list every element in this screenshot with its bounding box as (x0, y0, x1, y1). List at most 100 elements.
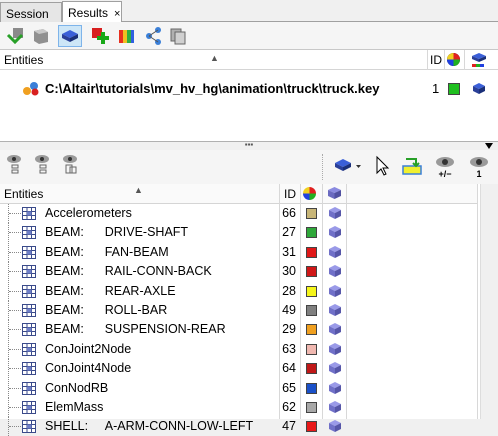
tree-connector (8, 301, 22, 320)
hide-all-icon (35, 155, 49, 174)
entity-color-swatch[interactable] (306, 246, 317, 258)
add-model-icon (92, 28, 109, 44)
entity-name: SHELL: A-ARM-CONN-LOW-LEFT (45, 419, 254, 434)
vertical-scrollbar[interactable] (480, 184, 498, 419)
isolate-button[interactable] (59, 154, 83, 176)
entity-id: 65 (282, 380, 296, 395)
entity-group-icon (22, 323, 36, 337)
entity-name: BEAM: FAN-BEAM (45, 244, 169, 259)
entity-id: 66 (282, 206, 296, 220)
entity-color-swatch[interactable] (306, 421, 317, 433)
file-color-swatch[interactable] (448, 83, 460, 95)
select-cursor-button[interactable] (370, 155, 394, 177)
entities-header-name[interactable]: Entities (4, 187, 43, 201)
entity-row[interactable]: Accelerometers 66 (0, 204, 478, 223)
toolbar-separator (322, 154, 323, 180)
files-header-id[interactable]: ID (430, 53, 442, 67)
entity-group-icon (22, 284, 36, 298)
entity-color-swatch[interactable] (306, 285, 317, 297)
layers-button[interactable] (166, 25, 190, 47)
entity-color-swatch[interactable] (306, 305, 317, 316)
entity-display-icon[interactable] (328, 264, 342, 278)
entity-name: ConNodRB (45, 380, 109, 395)
entities-pane: Entities ▲ ID Accelerometers 66 BEAM: DRIV… (0, 184, 498, 436)
tree-connector (8, 359, 22, 379)
entity-display-icon[interactable] (328, 342, 342, 356)
pane-splitter[interactable]: ▪▪▪ (0, 141, 498, 150)
entity-name: BEAM: RAIL-CONN-BACK (45, 264, 212, 279)
entity-id: 27 (282, 225, 296, 240)
entity-row[interactable]: ConJoint2Node 63 (0, 339, 478, 359)
entity-display-icon[interactable] (328, 361, 342, 375)
entity-display-icon[interactable] (328, 284, 342, 298)
open-file-button[interactable] (29, 25, 53, 47)
entity-group-icon (22, 226, 36, 240)
assembly-tree-icon (146, 27, 161, 45)
contour-icon (119, 30, 134, 43)
file-display-icon[interactable] (472, 82, 486, 96)
tab-results[interactable]: Results × (62, 1, 122, 23)
entity-display-icon[interactable] (328, 400, 342, 414)
isolate-one-button[interactable]: 1 (466, 152, 492, 182)
display-mode-dropdown[interactable] (330, 155, 364, 177)
show-all-button[interactable] (3, 154, 27, 176)
close-tab-icon[interactable]: × (114, 8, 120, 20)
entity-display-icon[interactable] (328, 381, 342, 395)
entity-row[interactable]: BEAM: RAIL-CONN-BACK 30 (0, 262, 478, 282)
entity-id: 29 (282, 322, 296, 337)
collapse-arrow-icon[interactable] (484, 142, 494, 150)
toggle-visibility-button[interactable]: +/− (432, 152, 458, 182)
entity-display-icon[interactable] (328, 419, 342, 433)
entity-color-swatch[interactable] (306, 343, 317, 355)
entity-group-icon (22, 401, 36, 414)
column-divider (427, 50, 428, 70)
tab-session[interactable]: Session (0, 2, 62, 22)
layers-icon (170, 28, 186, 45)
entity-name: BEAM: DRIVE-SHAFT (45, 225, 189, 240)
entity-row[interactable]: ElemMass 62 (0, 398, 478, 417)
highlight-button[interactable] (400, 155, 424, 177)
result-file-icon (23, 82, 39, 96)
select-cursor-icon (376, 155, 390, 176)
entity-display-icon[interactable] (328, 206, 342, 220)
entity-row[interactable]: ConNodRB 65 (0, 378, 478, 398)
entities-header-id[interactable]: ID (284, 187, 296, 201)
entity-color-swatch[interactable] (306, 227, 317, 239)
entity-color-swatch[interactable] (306, 266, 317, 278)
entity-color-swatch[interactable] (306, 382, 317, 394)
file-id: 1 (432, 81, 440, 96)
open-file-icon (34, 29, 48, 44)
entity-display-icon[interactable] (328, 303, 342, 317)
sort-arrow-icon: ▲ (134, 185, 143, 195)
entity-display-icon[interactable] (328, 245, 342, 259)
entity-name: Accelerometers (45, 206, 132, 220)
entity-id: 30 (282, 264, 296, 279)
file-row[interactable]: C:\Altair\tutorials\mv_hv_hg\animation\t… (0, 79, 498, 99)
entity-row[interactable]: ConJoint4Node 64 (0, 359, 478, 379)
files-header-entities[interactable]: Entities (4, 53, 43, 67)
entity-color-swatch[interactable] (306, 402, 317, 413)
entity-row[interactable]: BEAM: DRIVE-SHAFT 27 (0, 223, 478, 243)
entity-row[interactable]: SHELL: A-ARM-CONN-LOW-LEFT 47 (0, 417, 478, 436)
entity-group-icon (22, 420, 36, 434)
load-results-button[interactable] (4, 25, 28, 47)
hide-all-button[interactable] (31, 154, 55, 176)
entity-color-swatch[interactable] (306, 324, 317, 336)
load-results-icon (6, 28, 24, 45)
entity-row[interactable]: BEAM: REAR-AXLE 28 (0, 281, 478, 301)
entity-color-swatch[interactable] (306, 363, 317, 375)
entity-display-icon[interactable] (328, 225, 342, 239)
entity-row[interactable]: BEAM: SUSPENSION-REAR 29 (0, 320, 478, 340)
entity-color-swatch[interactable] (306, 208, 317, 219)
entity-group-icon (22, 245, 36, 259)
entity-group-icon (22, 381, 36, 395)
tab-bar: Session Results × (0, 0, 498, 23)
entity-row[interactable]: BEAM: ROLL-BAR 49 (0, 301, 478, 320)
assembly-tree-button[interactable] (142, 25, 166, 47)
entity-display-icon[interactable] (328, 322, 342, 336)
add-model-button[interactable] (88, 25, 112, 47)
contour-button[interactable] (114, 25, 138, 47)
entity-row[interactable]: BEAM: FAN-BEAM 31 (0, 242, 478, 262)
show-model-button[interactable] (58, 25, 82, 47)
entity-id: 62 (282, 400, 296, 414)
